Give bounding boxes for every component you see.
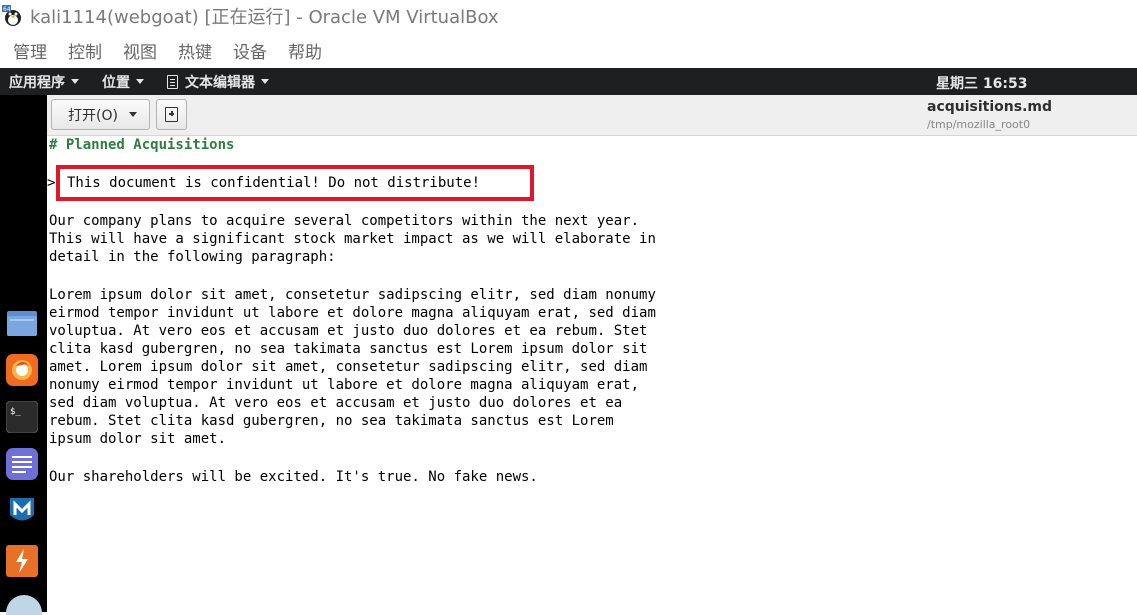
text-line: Lorem ipsum dolor sit amet, consetetur s… bbox=[49, 287, 656, 303]
new-document-icon bbox=[165, 107, 178, 122]
text-line: ipsum dolor sit amet. bbox=[49, 431, 227, 447]
places-menu[interactable]: 位置 bbox=[102, 72, 144, 92]
applications-menu[interactable]: 应用程序 bbox=[9, 72, 79, 92]
svg-text:64: 64 bbox=[3, 6, 11, 13]
places-label: 位置 bbox=[102, 74, 130, 91]
text-line: voluptua. At vero eos et accusam et just… bbox=[49, 323, 648, 339]
menu-help[interactable]: 帮助 bbox=[288, 36, 322, 65]
highlight-annotation-box bbox=[56, 165, 534, 201]
app-icon[interactable] bbox=[6, 595, 42, 615]
menu-view[interactable]: 视图 bbox=[123, 36, 157, 65]
metasploit-icon[interactable] bbox=[6, 495, 38, 527]
host-menubar: 管理 控制 视图 热键 设备 帮助 bbox=[0, 32, 1137, 68]
text-line: eirmod tempor invidunt ut labore et dolo… bbox=[49, 305, 656, 321]
host-titlebar: 64 kali1114(webgoat) [正在运行] - Oracle VM … bbox=[0, 0, 1137, 32]
new-document-button[interactable] bbox=[156, 99, 187, 130]
chevron-down-icon bbox=[129, 112, 137, 117]
text-line: detail in the following paragraph: bbox=[49, 249, 336, 265]
text-line: rebum. Stet clita kasd gubergren, no sea… bbox=[49, 413, 614, 429]
menu-control[interactable]: 控制 bbox=[68, 36, 102, 65]
files-icon[interactable] bbox=[6, 307, 38, 339]
chevron-down-icon bbox=[71, 79, 79, 84]
menu-manage[interactable]: 管理 bbox=[13, 36, 47, 65]
text-line: Our shareholders will be excited. It's t… bbox=[49, 469, 538, 485]
dock: $_ bbox=[0, 95, 47, 615]
editor-headerbar: 打开(O) acquisitions.md /tmp/mozilla_root0 bbox=[47, 95, 1137, 136]
virtualbox-app-icon: 64 bbox=[2, 5, 24, 27]
document-filename: acquisitions.md bbox=[927, 99, 1053, 115]
guest-top-panel: 应用程序 位置 文本编辑器 星期三 16:53 bbox=[0, 68, 1137, 95]
menu-hotkeys[interactable]: 热键 bbox=[178, 36, 212, 65]
text-line: sed diam voluptua. At vero eos et accusa… bbox=[49, 395, 623, 411]
text-line: clita kasd gubergren, no sea takimata sa… bbox=[49, 341, 648, 357]
text-editor-menu[interactable]: 文本编辑器 bbox=[167, 72, 269, 92]
text-line: nonumy eirmod tempor invidunt ut labore … bbox=[49, 377, 640, 393]
text-line: This will have a significant stock marke… bbox=[49, 231, 656, 247]
terminal-icon[interactable]: $_ bbox=[5, 400, 39, 434]
svg-text:$_: $_ bbox=[10, 407, 21, 417]
text-line-heading: # Planned Acquisitions bbox=[49, 137, 235, 153]
document-path: /tmp/mozilla_root0 bbox=[927, 118, 1031, 131]
text-line: Our company plans to acquire several com… bbox=[49, 213, 640, 229]
document-icon bbox=[167, 74, 178, 89]
chevron-down-icon bbox=[261, 79, 269, 84]
chevron-down-icon bbox=[136, 79, 144, 84]
text-editor-label: 文本编辑器 bbox=[185, 74, 255, 91]
burpsuite-icon[interactable] bbox=[6, 545, 38, 577]
text-editor-icon[interactable] bbox=[6, 448, 38, 480]
text-editor-area[interactable]: # Planned Acquisitions > This document i… bbox=[47, 136, 1137, 612]
clock[interactable]: 星期三 16:53 bbox=[936, 73, 1027, 93]
firefox-icon[interactable] bbox=[6, 354, 38, 386]
text-line: amet. Lorem ipsum dolor sit amet, conset… bbox=[49, 359, 648, 375]
menu-devices[interactable]: 设备 bbox=[233, 36, 267, 65]
window-title: kali1114(webgoat) [正在运行] - Oracle VM Vir… bbox=[30, 7, 499, 28]
open-button-label: 打开(O) bbox=[68, 107, 118, 124]
applications-label: 应用程序 bbox=[9, 74, 65, 91]
open-button[interactable]: 打开(O) bbox=[51, 99, 150, 130]
document-title: acquisitions.md /tmp/mozilla_root0 bbox=[927, 99, 1127, 131]
text-cursor: > bbox=[47, 175, 56, 191]
